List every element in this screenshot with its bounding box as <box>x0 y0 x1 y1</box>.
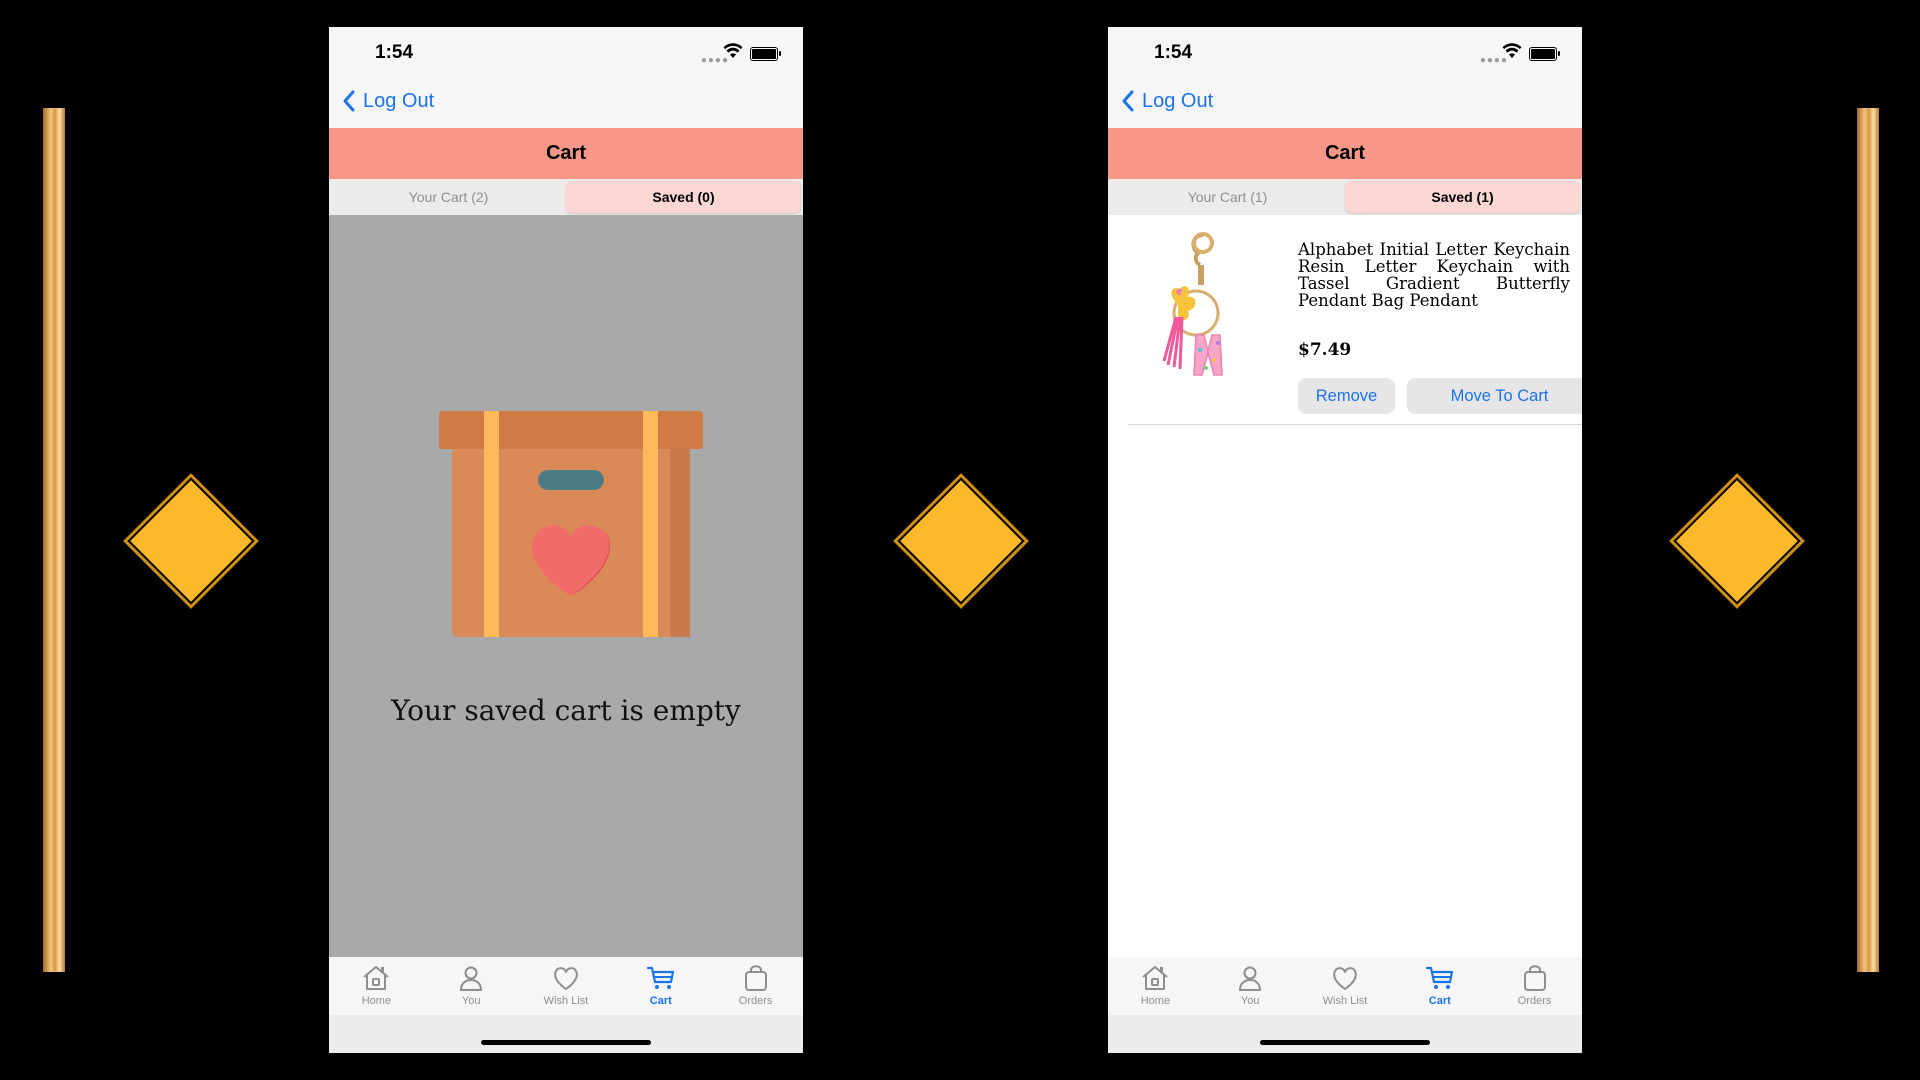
tabbar-label: Orders <box>1517 995 1552 1007</box>
chevron-left-icon <box>343 90 355 112</box>
status-bar: 1:54 ●●●● <box>329 27 803 77</box>
cart-segmented-control: Your Cart (1) Saved (1) <box>1108 179 1582 215</box>
nav-bar: Log Out <box>1108 77 1582 128</box>
product-image <box>1162 232 1223 376</box>
tab-saved[interactable]: Saved (1) <box>1345 181 1580 213</box>
tab-your-cart[interactable]: Your Cart (1) <box>1110 181 1345 213</box>
tabbar-label: Orders <box>738 995 773 1007</box>
left-gold-bar <box>43 108 65 972</box>
status-time: 1:54 <box>1154 42 1193 63</box>
tabbar-item-home[interactable]: Home <box>1108 957 1203 1015</box>
tabbar-item-wish-list[interactable]: Wish List <box>519 957 614 1015</box>
tabbar-item-you[interactable]: You <box>424 957 519 1015</box>
center-diamond-icon <box>897 477 1025 605</box>
tabbar-label: Home <box>361 995 392 1007</box>
product-price: $7.49 <box>1298 340 1352 360</box>
nav-bar: Log Out <box>329 77 803 128</box>
tabbar-label: Cart <box>1428 995 1451 1007</box>
wifi-icon <box>723 43 743 58</box>
tabbar-label: Wish List <box>543 995 589 1007</box>
tabbar-item-home[interactable]: Home <box>329 957 424 1015</box>
empty-message: Your saved cart is empty <box>391 694 741 727</box>
tabbar-label: Wish List <box>1322 995 1368 1007</box>
tabbar-item-orders[interactable]: Orders <box>1487 957 1582 1015</box>
home-indicator[interactable] <box>481 1040 651 1045</box>
page-title: Cart <box>1108 128 1582 179</box>
home-indicator-area <box>1108 1015 1582 1053</box>
logout-back-button[interactable]: Log Out <box>1120 89 1213 113</box>
tabbar-label: You <box>1240 995 1260 1007</box>
home-indicator[interactable] <box>1260 1040 1430 1045</box>
logout-back-button[interactable]: Log Out <box>341 89 434 113</box>
person-icon <box>1239 966 1262 991</box>
tab-saved[interactable]: Saved (0) <box>566 181 801 213</box>
heart-icon <box>554 967 578 990</box>
tabbar-label: Cart <box>649 995 672 1007</box>
tab-bar: Home You Wish List Cart Orders <box>329 957 803 1015</box>
left-diamond-icon <box>127 477 255 605</box>
saved-list: Alphabet Initial Letter Keychain Resin L… <box>1108 215 1582 957</box>
home-indicator-area <box>329 1015 803 1053</box>
remove-button[interactable]: Remove <box>1298 378 1395 414</box>
cart-icon <box>1425 966 1453 989</box>
cart-icon <box>646 966 674 989</box>
status-time: 1:54 <box>375 42 414 63</box>
tab-your-cart[interactable]: Your Cart (2) <box>331 181 566 213</box>
move-to-cart-button[interactable]: Move To Cart <box>1407 378 1582 414</box>
product-title[interactable]: Alphabet Initial Letter Keychain Resin L… <box>1298 241 1570 309</box>
tabbar-label: You <box>461 995 481 1007</box>
battery-icon <box>1529 47 1560 61</box>
page-title: Cart <box>329 128 803 179</box>
bag-icon <box>744 965 767 991</box>
heart-icon <box>1333 967 1357 990</box>
person-icon <box>460 966 483 991</box>
home-icon <box>1142 966 1169 990</box>
tab-bar: Home You Wish List Cart Orders <box>1108 957 1582 1015</box>
tabbar-item-cart[interactable]: Cart <box>1392 957 1487 1015</box>
tabbar-item-you[interactable]: You <box>1203 957 1298 1015</box>
wifi-icon <box>1502 43 1522 58</box>
chevron-left-icon <box>1122 90 1134 112</box>
right-gold-bar <box>1857 108 1879 972</box>
tabbar-item-orders[interactable]: Orders <box>708 957 803 1015</box>
battery-icon <box>750 47 781 61</box>
empty-state: Your saved cart is empty <box>329 215 803 957</box>
tabbar-item-cart[interactable]: Cart <box>613 957 708 1015</box>
home-icon <box>363 966 390 990</box>
empty-box-icon <box>439 411 703 637</box>
logout-label: Log Out <box>1142 89 1214 112</box>
tabbar-label: Home <box>1140 995 1171 1007</box>
phone-screen-saved-empty: 1:54 ●●●● Log Out Cart Your Cart (2) Sav… <box>329 27 803 1053</box>
status-bar: 1:54 ●●●● <box>1108 27 1582 77</box>
tabbar-item-wish-list[interactable]: Wish List <box>1298 957 1393 1015</box>
list-item: Alphabet Initial Letter Keychain Resin L… <box>1128 215 1582 425</box>
cart-segmented-control: Your Cart (2) Saved (0) <box>329 179 803 215</box>
logout-label: Log Out <box>363 89 435 112</box>
bag-icon <box>1523 965 1546 991</box>
right-diamond-icon <box>1673 477 1801 605</box>
phone-screen-saved-item: 1:54 ●●●● Log Out Cart Your Cart (1) Sav… <box>1108 27 1582 1053</box>
